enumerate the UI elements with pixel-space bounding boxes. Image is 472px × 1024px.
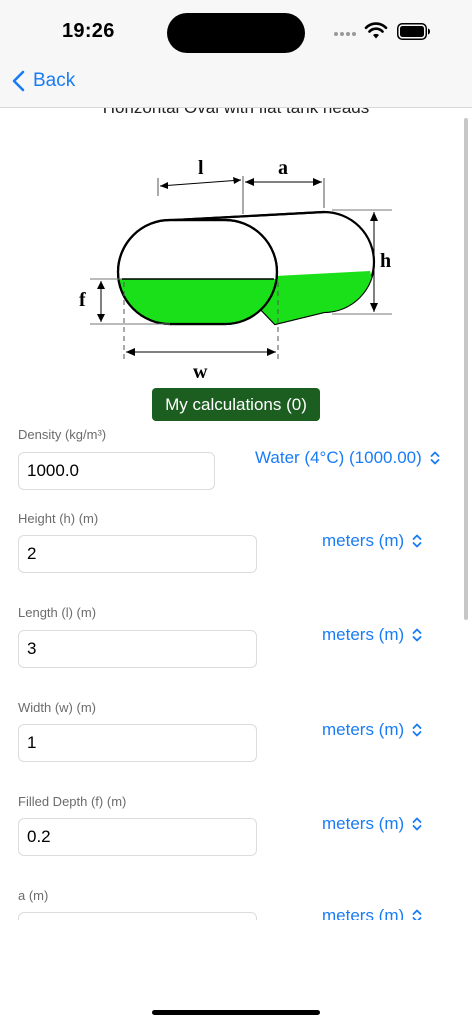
chevron-up-down-icon [412,723,422,737]
density-unit-label: Water (4°C) (1000.00) [255,448,422,467]
page-title: Horizontal Oval with flat tank heads [0,108,472,118]
height-input[interactable]: 2 [18,535,257,573]
chevron-left-icon [12,70,25,92]
back-label: Back [33,70,76,91]
filled-depth-label: Filled Depth (f) (m) [18,794,127,809]
length-unit-label: meters (m) [322,625,405,644]
status-time: 19:26 [62,20,115,42]
a-label: a (m) [18,888,49,903]
width-unit-label: meters (m) [322,720,405,739]
diagram-label-w: w [193,361,208,383]
chevron-up-down-icon [412,628,422,642]
height-unit-label: meters (m) [322,531,405,550]
a-input[interactable] [18,912,257,920]
chevron-up-down-icon [412,817,422,831]
height-label: Height (h) (m) [18,511,99,526]
length-unit-picker[interactable]: meters (m) [322,625,422,645]
diagram-label-a: a [278,157,288,179]
cellular-dots-icon [334,32,356,36]
height-unit-picker[interactable]: meters (m) [322,531,422,551]
density-input[interactable]: 1000.0 [18,452,215,490]
dynamic-island [167,13,305,53]
width-unit-picker[interactable]: meters (m) [322,720,422,740]
wifi-icon [364,22,388,39]
a-unit-label: meters (m) [322,906,405,920]
density-unit-picker[interactable]: Water (4°C) (1000.00) [255,448,440,468]
a-unit-picker[interactable]: meters (m) [322,906,422,920]
diagram-label-f: f [79,289,86,311]
filled-depth-unit-picker[interactable]: meters (m) [322,814,422,834]
length-input[interactable]: 3 [18,630,257,668]
filled-depth-input[interactable]: 0.2 [18,818,257,856]
tank-diagram: l a h f w [79,157,392,383]
my-calculations-button[interactable]: My calculations (0) [152,388,320,421]
chevron-up-down-icon [412,534,422,548]
chevron-up-down-icon [412,909,422,920]
form-content[interactable]: Horizontal Oval with flat tank heads [0,108,472,920]
density-label: Density (kg/m³) [18,427,107,442]
diagram-label-h: h [380,250,391,272]
navigation-bar: Back [0,62,472,108]
diagram-label-l: l [198,157,204,179]
scroll-indicator[interactable] [464,118,468,620]
filled-depth-unit-label: meters (m) [322,814,405,833]
battery-icon [397,23,430,40]
back-button[interactable]: Back [12,70,75,92]
status-bar: 19:26 [0,0,472,62]
width-label: Width (w) (m) [18,700,96,715]
length-label: Length (l) (m) [18,605,97,620]
width-input[interactable]: 1 [18,724,257,762]
chevron-up-down-icon [430,451,440,465]
home-indicator[interactable] [152,1010,320,1015]
